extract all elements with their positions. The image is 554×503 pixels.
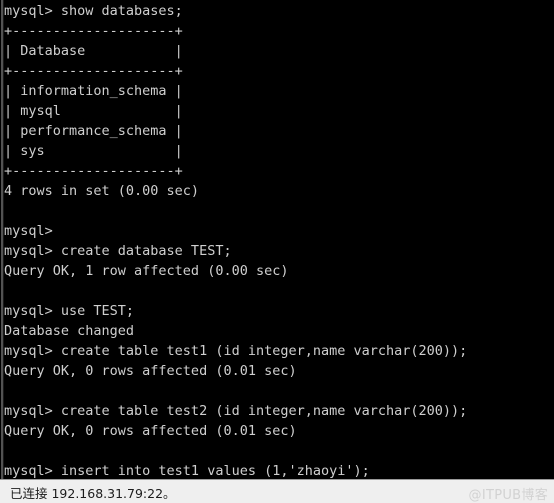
terminal-line: +--------------------+ [4, 63, 183, 79]
connection-status-text: 已连接 192.168.31.79:22。 [10, 486, 176, 501]
terminal-line: | information_schema | [4, 83, 183, 99]
terminal-line: mysql> create table test2 (id integer,na… [4, 403, 468, 419]
terminal-line: Query OK, 1 row affected (0.00 sec) [4, 263, 289, 279]
terminal-line: mysql> insert into test1 values (1,'zhao… [4, 463, 370, 479]
watermark-label: @ITPUB博客 [468, 488, 548, 503]
terminal-line: Database changed [4, 323, 135, 339]
terminal-window: mysql> show databases; +-----------------… [0, 0, 554, 503]
terminal-line: mysql> create table test1 (id integer,na… [4, 343, 468, 359]
terminal-screen[interactable]: mysql> show databases; +-----------------… [0, 0, 554, 479]
terminal-line: mysql> use TEST; [4, 303, 135, 319]
terminal-line: | Database | [4, 43, 183, 59]
terminal-line: mysql> show databases; [4, 3, 183, 19]
terminal-line: mysql> [4, 223, 53, 239]
terminal-line: | performance_schema | [4, 123, 183, 139]
terminal-line: mysql> create database TEST; [4, 243, 232, 259]
status-bar: 已连接 192.168.31.79:22。 @ITPUB博客 [0, 479, 554, 503]
terminal-line: Query OK, 0 rows affected (0.01 sec) [4, 363, 297, 379]
terminal-line: +--------------------+ [4, 23, 183, 39]
terminal-line: 4 rows in set (0.00 sec) [4, 183, 200, 199]
terminal-line: | mysql | [4, 103, 183, 119]
terminal-line: Query OK, 0 rows affected (0.01 sec) [4, 423, 297, 439]
terminal-line: | sys | [4, 143, 183, 159]
terminal-line: +--------------------+ [4, 163, 183, 179]
terminal-output: mysql> show databases; +-----------------… [4, 1, 552, 479]
